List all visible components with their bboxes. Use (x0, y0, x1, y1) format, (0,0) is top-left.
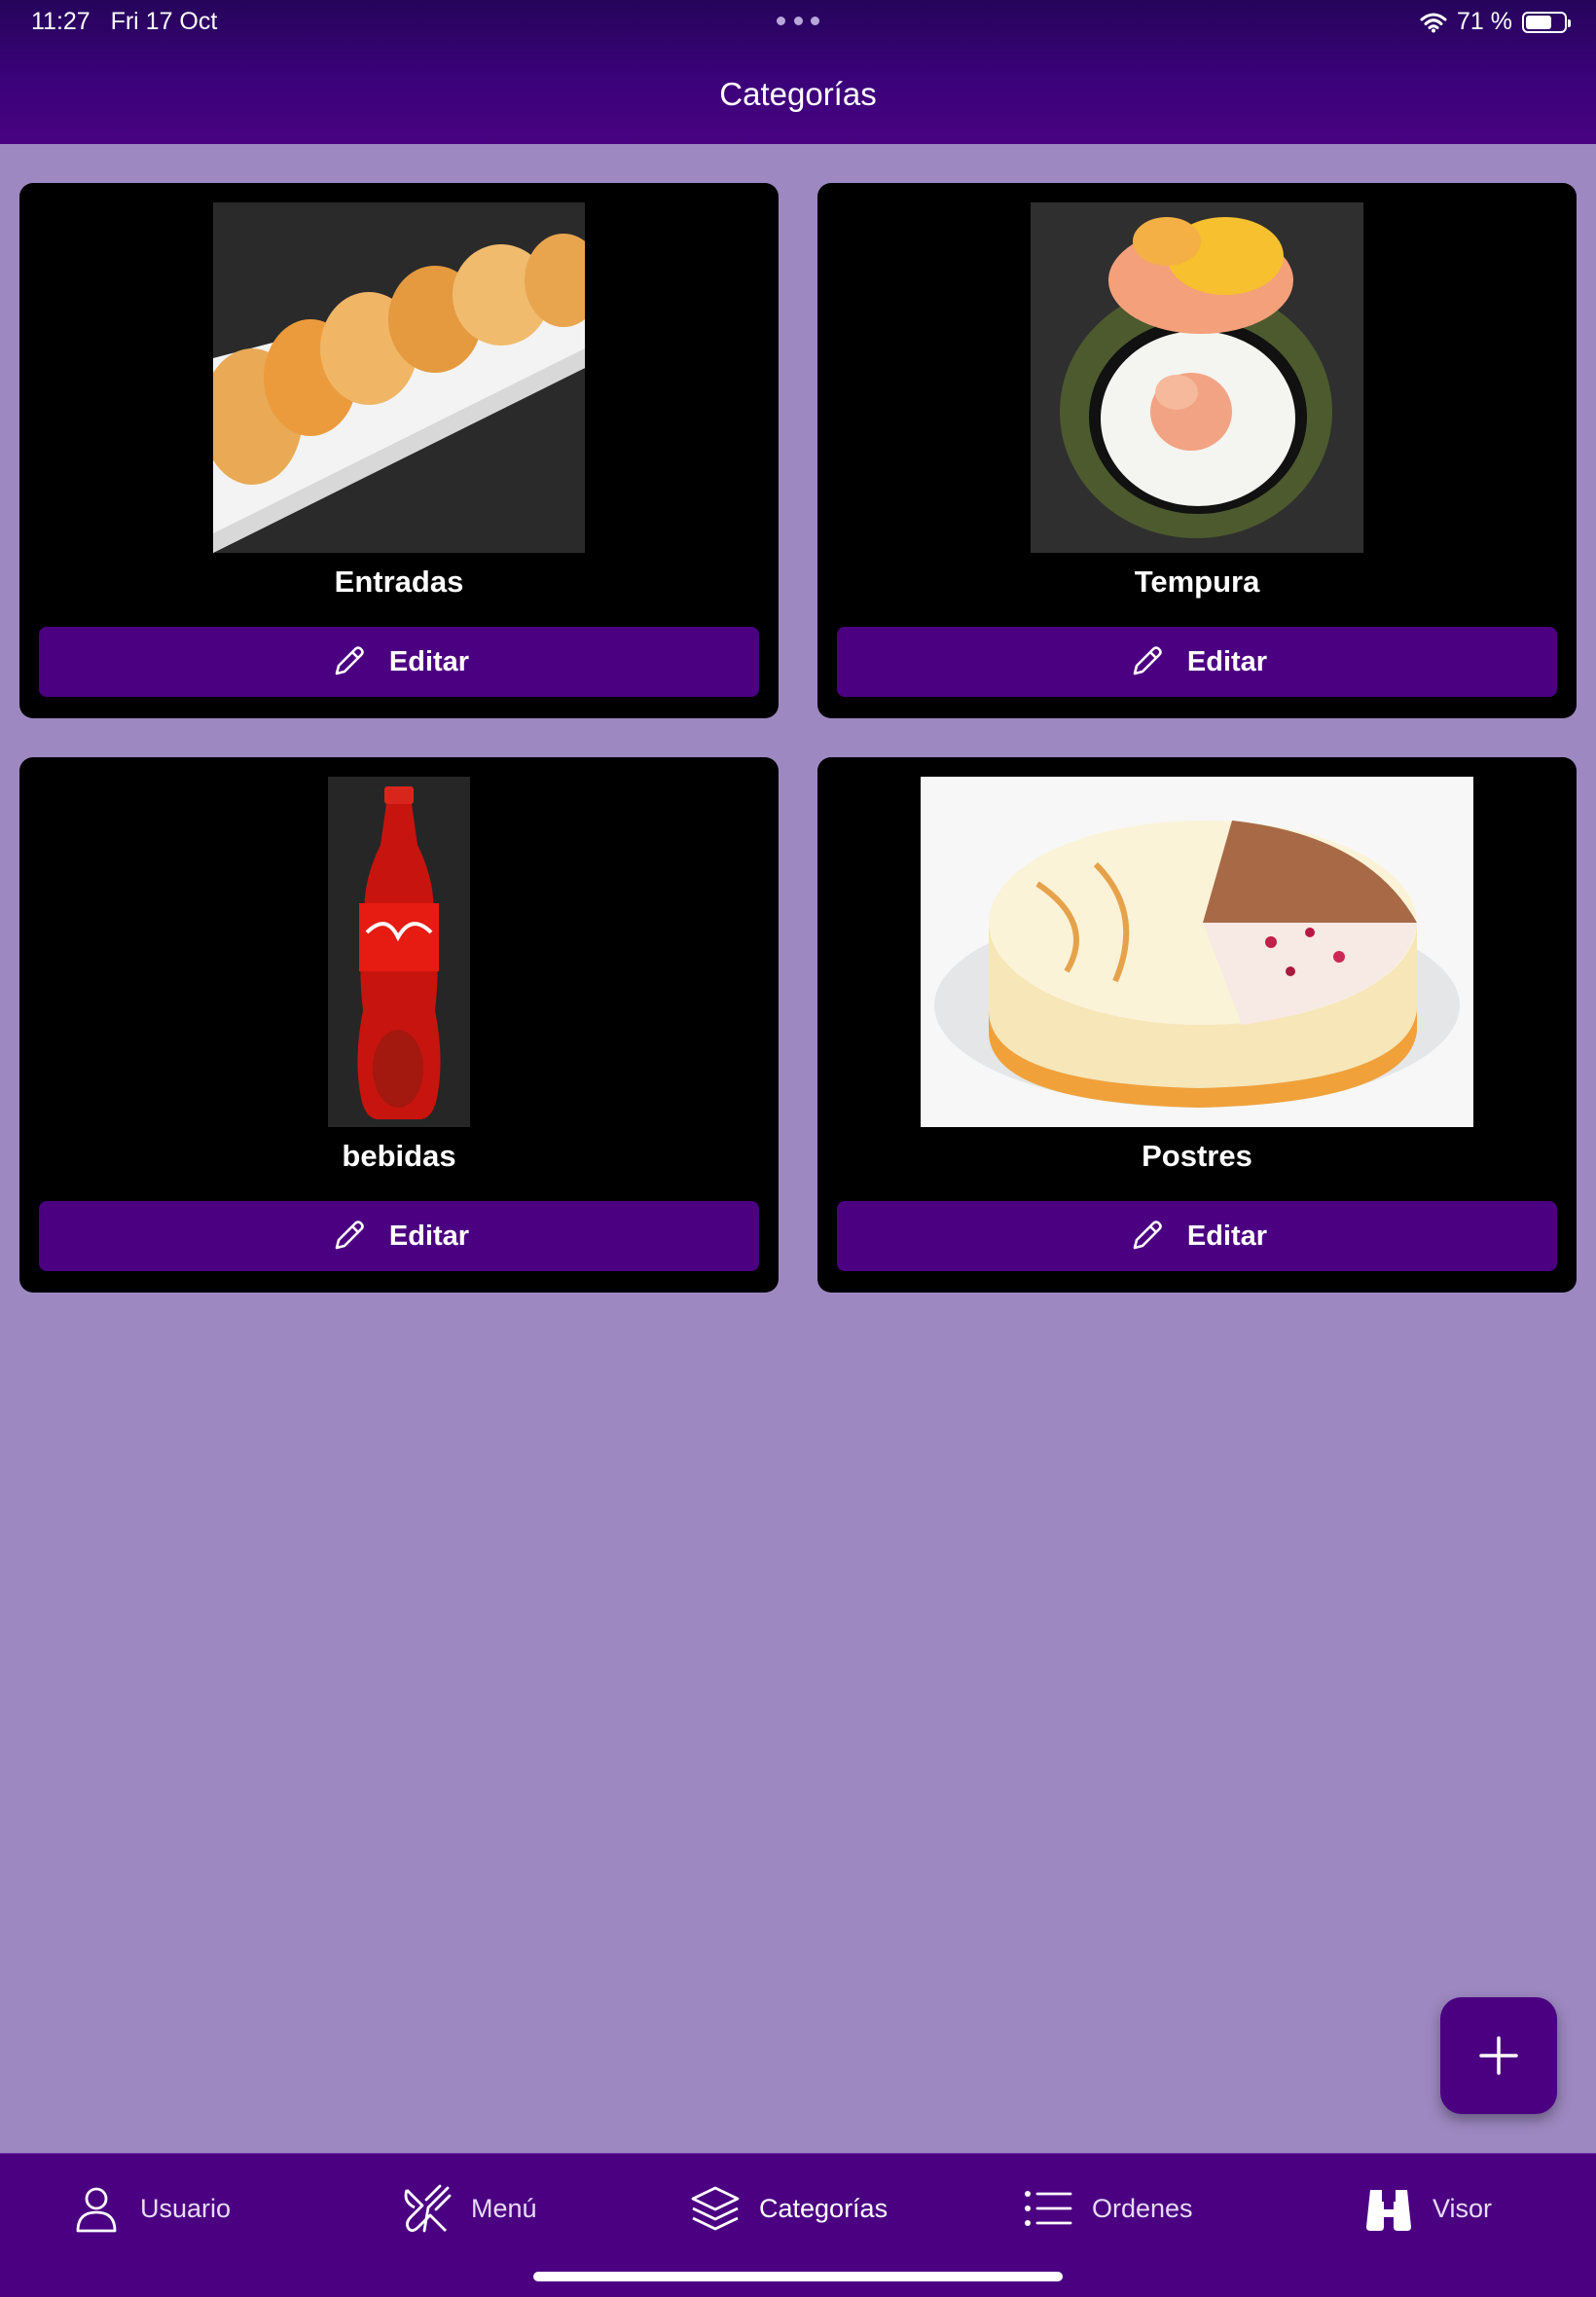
edit-label: Editar (1186, 645, 1268, 677)
battery-icon (1522, 11, 1571, 33)
pencil-icon (335, 1221, 364, 1250)
tab-usuario[interactable]: Usuario (70, 2179, 231, 2238)
more-dots-icon[interactable] (777, 17, 819, 26)
cheesecake-photo (921, 777, 1473, 1127)
category-name: Postres (1142, 1139, 1252, 1173)
tab-label: Usuario (140, 2193, 232, 2223)
tab-label: Visor (1433, 2193, 1493, 2223)
binoculars-icon (1366, 2190, 1411, 2231)
tab-label: Ordenes (1092, 2193, 1193, 2223)
home-indicator[interactable] (533, 2272, 1063, 2281)
edit-button[interactable]: Editar (837, 1201, 1557, 1271)
category-name: Tempura (1134, 565, 1260, 599)
tempura-roll-photo (1031, 202, 1363, 553)
status-time: 11:27 Fri 17 Oct (31, 8, 217, 36)
pencil-icon (1133, 1221, 1162, 1250)
category-card-postres: Postres Editar (817, 757, 1577, 1293)
header-bar: 11:27 Fri 17 Oct 71 % Categorías (0, 0, 1596, 144)
dumplings-photo (213, 202, 585, 553)
status-clock: 11:27 (31, 8, 91, 35)
tab-menu[interactable]: Menú (401, 2179, 537, 2238)
edit-button[interactable]: Editar (39, 1201, 759, 1271)
category-card-tempura: Tempura Editar (817, 183, 1577, 718)
user-icon (76, 2187, 117, 2233)
cola-bottle-photo (328, 777, 470, 1127)
edit-label: Editar (388, 1220, 470, 1252)
layers-icon (691, 2186, 740, 2231)
category-card-entradas: Entradas Editar (19, 183, 779, 718)
edit-button[interactable]: Editar (837, 627, 1557, 697)
tab-ordenes[interactable]: Ordenes (1022, 2179, 1193, 2238)
edit-button[interactable]: Editar (39, 627, 759, 697)
list-icon (1025, 2191, 1072, 2226)
category-card-bebidas: bebidas Editar (19, 757, 779, 1293)
tab-categorias[interactable]: Categorías (689, 2179, 888, 2238)
tab-label: Menú (471, 2193, 537, 2223)
tab-label: Categorías (759, 2193, 889, 2223)
category-name: Entradas (334, 565, 464, 599)
status-date: Fri 17 Oct (110, 8, 218, 35)
battery-percent: 71 % (1457, 8, 1512, 35)
page-title: Categorías (719, 76, 877, 112)
edit-label: Editar (1186, 1220, 1268, 1252)
edit-label: Editar (388, 645, 470, 677)
category-name: bebidas (342, 1139, 456, 1173)
status-indicators: 71 % (1420, 8, 1571, 36)
utensils-icon (404, 2184, 452, 2233)
wifi-icon (1420, 13, 1447, 32)
plus-icon (1479, 2036, 1518, 2075)
pencil-icon (1133, 646, 1162, 675)
add-category-button[interactable] (1440, 1997, 1557, 2114)
pencil-icon (335, 646, 364, 675)
tab-visor[interactable]: Visor (1362, 2179, 1492, 2238)
